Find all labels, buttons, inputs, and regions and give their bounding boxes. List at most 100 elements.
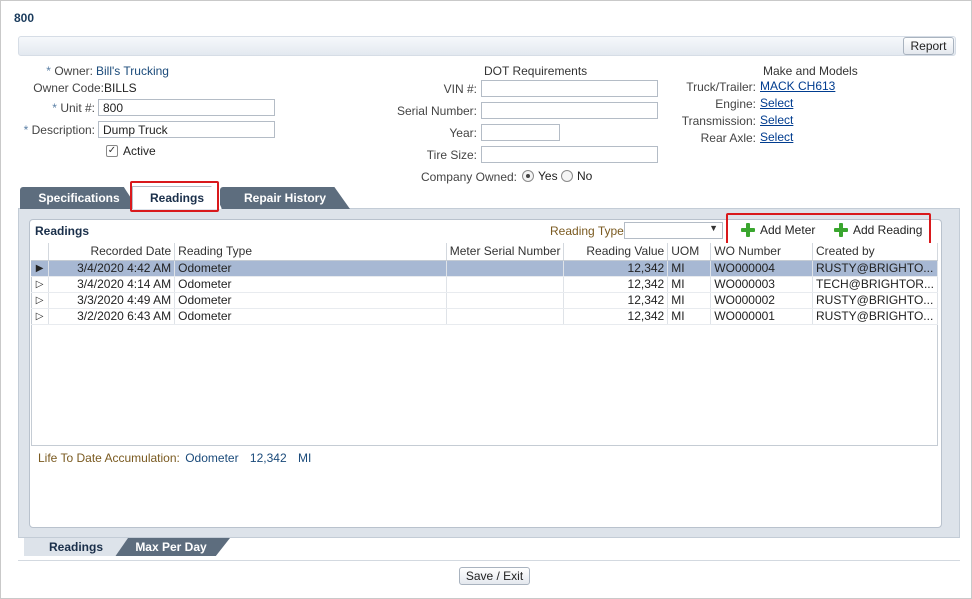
vin-input[interactable] bbox=[481, 80, 658, 97]
cell-created: RUSTY@BRIGHTO... bbox=[812, 260, 939, 277]
cell-uom: MI bbox=[667, 276, 712, 293]
bottom-tab-max-per-day[interactable]: Max Per Day bbox=[112, 538, 230, 556]
cell-type: Odometer bbox=[174, 276, 447, 293]
dropdown-arrow-icon: ▼ bbox=[709, 223, 718, 233]
serial-number-label: Serial Number: bbox=[396, 104, 477, 118]
table-row[interactable]: ▷ 3/4/2020 4:14 AM Odometer 12,342 MI WO… bbox=[31, 276, 939, 293]
transmission-label: Transmission: bbox=[681, 114, 756, 128]
cell-serial bbox=[446, 292, 565, 309]
required-mark: * bbox=[23, 123, 29, 137]
cell-uom: MI bbox=[667, 260, 712, 277]
cell-date: 3/4/2020 4:14 AM bbox=[48, 276, 176, 293]
add-icon bbox=[741, 223, 755, 237]
active-checkbox[interactable]: ✓ bbox=[106, 145, 118, 157]
cell-value: 12,342 bbox=[563, 292, 669, 309]
rear-axle-select-link[interactable]: Select bbox=[760, 130, 793, 144]
cell-type: Odometer bbox=[174, 260, 447, 277]
description-label: * Description: bbox=[20, 123, 95, 137]
unit-input[interactable]: 800 bbox=[98, 99, 275, 116]
cell-serial bbox=[446, 308, 565, 325]
cell-date: 3/3/2020 4:49 AM bbox=[48, 292, 176, 309]
report-button[interactable]: Report bbox=[903, 37, 954, 55]
add-meter-button[interactable]: Add Meter bbox=[741, 223, 815, 237]
tab-specifications[interactable]: Specifications bbox=[20, 187, 138, 209]
tire-size-label: Tire Size: bbox=[426, 148, 477, 162]
row-selector-header bbox=[31, 243, 50, 261]
serial-number-input[interactable] bbox=[481, 102, 658, 119]
transmission-select-link[interactable]: Select bbox=[760, 113, 793, 127]
company-owned-label: Company Owned: bbox=[420, 170, 517, 184]
no-label: No bbox=[577, 169, 593, 183]
divider bbox=[18, 560, 960, 561]
vin-label: VIN #: bbox=[443, 82, 477, 96]
row-expand-icon[interactable]: ▷ bbox=[31, 276, 50, 293]
owner-label-text: Owner: bbox=[54, 64, 93, 78]
table-row[interactable]: ▶ 3/4/2020 4:42 AM Odometer 12,342 MI WO… bbox=[31, 260, 939, 277]
row-expand-icon[interactable]: ▶ bbox=[31, 260, 50, 277]
tab-repair-history[interactable]: Repair History bbox=[220, 187, 350, 209]
rear-axle-label: Rear Axle: bbox=[700, 131, 756, 145]
cell-value: 12,342 bbox=[563, 308, 669, 325]
owner-code-value: BILLS bbox=[104, 81, 137, 95]
description-input[interactable]: Dump Truck bbox=[98, 121, 275, 138]
unit-label-text: Unit #: bbox=[60, 101, 95, 115]
truck-trailer-link[interactable]: MACK CH613 bbox=[760, 79, 835, 93]
year-input[interactable] bbox=[481, 124, 560, 141]
col-reading-value[interactable]: Reading Value bbox=[563, 243, 669, 261]
add-reading-label: Add Reading bbox=[853, 223, 923, 237]
tire-size-input[interactable] bbox=[481, 146, 658, 163]
col-meter-serial[interactable]: Meter Serial Number bbox=[446, 243, 565, 261]
readings-title: Readings bbox=[35, 224, 90, 238]
active-label: Active bbox=[123, 144, 156, 158]
row-expand-icon[interactable]: ▷ bbox=[31, 292, 50, 309]
cell-value: 12,342 bbox=[563, 276, 669, 293]
cell-value: 12,342 bbox=[563, 260, 669, 277]
col-reading-type[interactable]: Reading Type bbox=[174, 243, 447, 261]
col-wo-number[interactable]: WO Number bbox=[710, 243, 813, 261]
readings-table: Recorded Date Reading Type Meter Serial … bbox=[31, 243, 939, 325]
owner-value: Bill's Trucking bbox=[96, 64, 169, 78]
required-mark: * bbox=[46, 64, 51, 78]
make-models-heading: Make and Models bbox=[763, 64, 858, 78]
bottom-tab-readings[interactable]: Readings bbox=[24, 538, 128, 556]
year-label: Year: bbox=[449, 126, 477, 140]
table-header-row: Recorded Date Reading Type Meter Serial … bbox=[31, 243, 939, 261]
row-expand-icon[interactable]: ▷ bbox=[31, 308, 50, 325]
reading-type-select[interactable]: ▼ bbox=[624, 222, 723, 239]
col-recorded-date[interactable]: Recorded Date bbox=[48, 243, 176, 261]
cell-uom: MI bbox=[667, 292, 712, 309]
page-title: 800 bbox=[14, 11, 35, 25]
add-icon bbox=[834, 223, 848, 237]
cell-type: Odometer bbox=[174, 292, 447, 309]
ltd-uom: MI bbox=[297, 451, 312, 465]
cell-type: Odometer bbox=[174, 308, 447, 325]
save-exit-button[interactable]: Save / Exit bbox=[459, 567, 530, 585]
yes-label: Yes bbox=[538, 169, 558, 183]
owner-label: * Owner: bbox=[20, 64, 93, 78]
cell-wo: WO000003 bbox=[710, 276, 813, 293]
cell-uom: MI bbox=[667, 308, 712, 325]
cell-wo: WO000004 bbox=[710, 260, 813, 277]
cell-serial bbox=[446, 260, 565, 277]
cell-created: TECH@BRIGHTOR... bbox=[812, 276, 939, 293]
engine-select-link[interactable]: Select bbox=[760, 96, 793, 110]
cell-wo: WO000002 bbox=[710, 292, 813, 309]
readings-tab-highlight bbox=[130, 181, 219, 212]
cell-date: 3/4/2020 4:42 AM bbox=[48, 260, 176, 277]
unit-label: * Unit #: bbox=[20, 101, 95, 115]
required-mark: * bbox=[52, 101, 57, 115]
table-row[interactable]: ▷ 3/3/2020 4:49 AM Odometer 12,342 MI WO… bbox=[31, 292, 939, 309]
table-row[interactable]: ▷ 3/2/2020 6:43 AM Odometer 12,342 MI WO… bbox=[31, 308, 939, 325]
add-reading-button[interactable]: Add Reading bbox=[834, 223, 922, 237]
company-owned-no-radio[interactable] bbox=[561, 170, 573, 182]
cell-created: RUSTY@BRIGHTO... bbox=[812, 292, 939, 309]
truck-trailer-label: Truck/Trailer: bbox=[686, 80, 756, 94]
col-uom[interactable]: UOM bbox=[667, 243, 712, 261]
cell-serial bbox=[446, 276, 565, 293]
col-created-by[interactable]: Created by bbox=[812, 243, 939, 261]
reading-type-label: Reading Type bbox=[550, 224, 624, 238]
cell-date: 3/2/2020 6:43 AM bbox=[48, 308, 176, 325]
life-to-date-row: Life To Date Accumulation: Odometer 12,3… bbox=[38, 451, 311, 465]
company-owned-yes-radio[interactable] bbox=[522, 170, 534, 182]
owner-code-label: Owner Code: bbox=[33, 81, 104, 95]
